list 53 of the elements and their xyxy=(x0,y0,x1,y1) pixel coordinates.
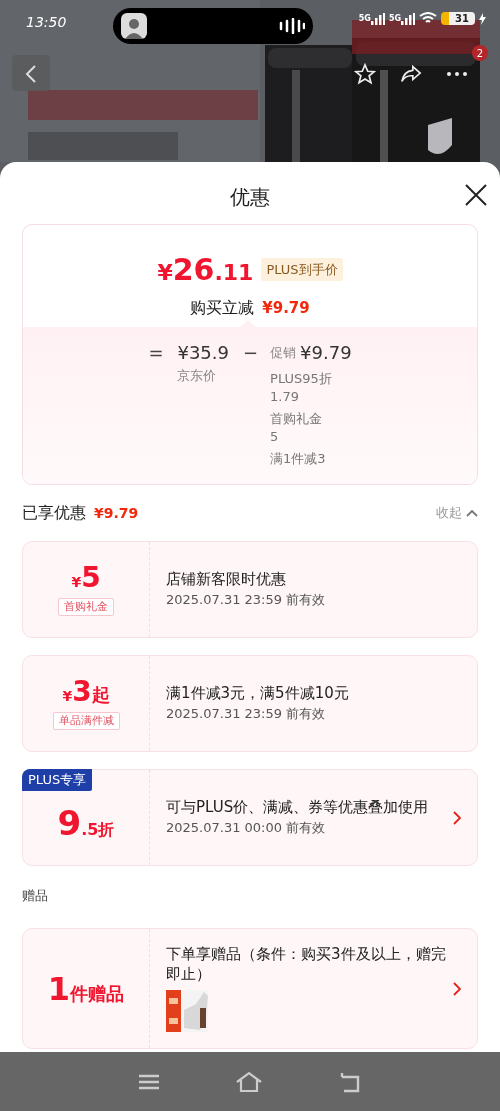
coupon-value: ¥5 xyxy=(71,562,101,594)
close-icon[interactable] xyxy=(464,182,488,207)
price-tag: PLUS到手价 xyxy=(261,257,343,282)
home-icon[interactable] xyxy=(235,1069,263,1094)
section-title: 已享优惠 xyxy=(22,502,86,524)
sheet-title: 优惠 xyxy=(229,184,271,211)
promo-amount: ¥9.79 xyxy=(300,341,352,365)
section-label: 赠品 xyxy=(22,887,49,905)
gift-count: 1件赠品 xyxy=(47,968,125,1010)
coupon-title: 可与PLUS价、满减、券等优惠叠加使用 xyxy=(166,798,430,818)
signal-icon xyxy=(370,12,385,25)
coupon-validity: 2025.07.31 23:59 前有效 xyxy=(166,704,327,723)
coupon-title: 满1件减3元，满5件减10元 xyxy=(166,684,350,704)
promo-item: PLUS95折 1.79 xyxy=(270,370,333,406)
promo-item: 满1件减3 xyxy=(270,450,327,468)
coupon-card[interactable]: PLUS专享 9.5折 可与PLUS价、满减、券等优惠叠加使用 2025.07.31 00:00 前有效 xyxy=(22,769,478,866)
chevron-right-icon[interactable] xyxy=(453,981,461,996)
coupon-title: 店铺新客限时优惠 xyxy=(166,570,287,590)
wifi-icon xyxy=(419,12,438,25)
enjoyed-amount: ¥9.79 xyxy=(94,503,139,523)
plus-badge: PLUS专享 xyxy=(22,769,93,791)
chevron-left-icon xyxy=(25,63,37,84)
reduction-label: 购买立减 xyxy=(190,297,255,319)
coupon-tag: 单品满件减 xyxy=(52,711,120,731)
coupon-validity: 2025.07.31 00:00 前有效 xyxy=(166,818,327,837)
minus-sign: − xyxy=(243,341,259,365)
promo-label: 促销 xyxy=(270,343,297,362)
status-time: 13:50 xyxy=(26,13,67,32)
equals-sign: = xyxy=(148,341,164,365)
gift-card[interactable]: 1件赠品 下单享赠品（条件：购买3件及以上，赠完即止） xyxy=(22,928,478,1049)
star-icon[interactable] xyxy=(354,61,376,85)
base-price: ¥35.9 xyxy=(177,341,229,365)
charging-icon xyxy=(479,12,486,25)
network-type: 5G xyxy=(358,12,371,25)
coupon-value: 9.5折 xyxy=(57,804,115,843)
battery-level: 31 xyxy=(441,12,475,25)
chevron-right-icon[interactable] xyxy=(453,810,461,825)
promo-item: 首购礼金 5 xyxy=(270,410,324,446)
signal-icon xyxy=(401,12,416,25)
coupon-validity: 2025.07.31 23:59 前有效 xyxy=(166,590,327,609)
coupon-value: ¥3起 xyxy=(62,676,110,708)
chevron-up-icon xyxy=(466,509,478,517)
coupon-card[interactable]: ¥3起 单品满件减 满1件减3元，满5件减10元 2025.07.31 23:59 前有效 xyxy=(22,655,478,752)
reduction-amount: ¥9.79 xyxy=(262,297,310,319)
final-price: ¥26.11 xyxy=(157,251,254,289)
coupon-card[interactable]: ¥5 首购礼金 店铺新客限时优惠 2025.07.31 23:59 前有效 xyxy=(22,541,478,638)
back-button[interactable] xyxy=(12,55,50,91)
avatar-icon xyxy=(120,13,147,39)
audio-wave-icon xyxy=(278,18,305,34)
gift-title: 下单享赠品（条件：购买3件及以上，赠完即止） xyxy=(166,945,447,984)
network-type: 5G xyxy=(388,12,402,25)
base-price-label: 京东价 xyxy=(177,367,218,385)
coupon-tag: 首购礼金 xyxy=(58,597,114,617)
